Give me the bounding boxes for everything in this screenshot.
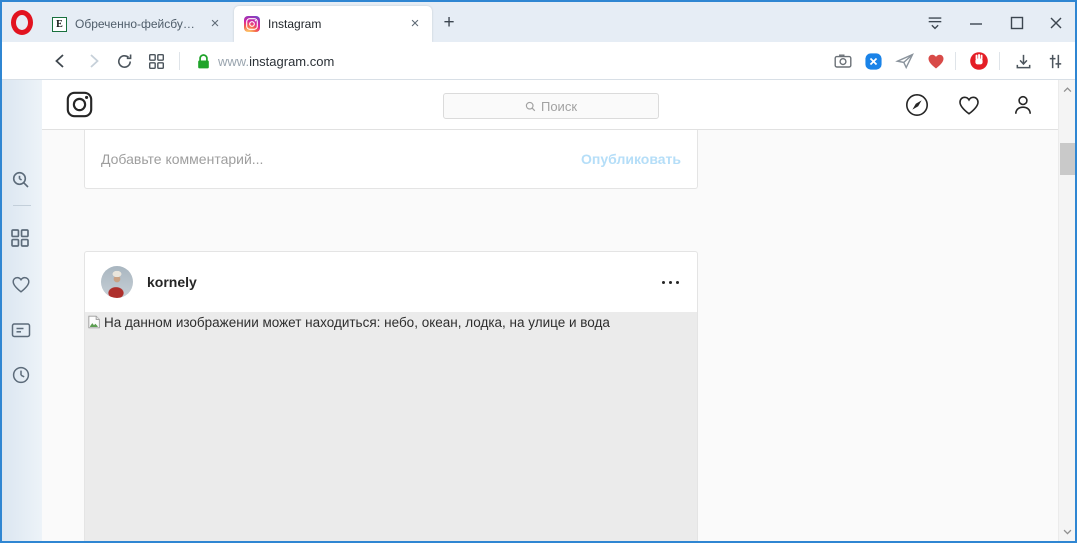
opera-sidebar	[2, 80, 42, 541]
downloads-button[interactable]	[1010, 48, 1036, 74]
url-host: instagram.com	[249, 54, 334, 69]
tab-close-icon[interactable]: ×	[206, 15, 224, 33]
tab-instagram[interactable]: Instagram ×	[234, 6, 432, 42]
person-icon	[1011, 93, 1035, 117]
publish-button[interactable]: Опубликовать	[581, 151, 681, 167]
new-tab-button[interactable]: +	[439, 13, 459, 33]
paper-plane-icon	[895, 51, 915, 71]
tab-menu-button[interactable]	[924, 12, 946, 34]
snapshot-button[interactable]	[830, 48, 856, 74]
post-image-placeholder[interactable]: На данном изображении может находиться: …	[85, 312, 697, 541]
grid-icon	[10, 228, 30, 248]
search-input[interactable]: Поиск	[443, 93, 659, 119]
chevron-down-icon	[1062, 526, 1073, 537]
extension-badge-button[interactable]	[860, 48, 886, 74]
my-flow-button[interactable]	[892, 48, 918, 74]
window-close-icon	[1047, 14, 1065, 32]
tab-favicon-e: E	[52, 17, 67, 32]
settings-sliders-icon	[1046, 52, 1065, 71]
dot	[662, 281, 665, 284]
address-bar[interactable]: www.instagram.com	[218, 49, 334, 73]
minimize-icon	[967, 14, 985, 32]
post-options-button[interactable]	[660, 275, 681, 290]
comment-section: Добавьте комментарий... Опубликовать	[84, 130, 698, 189]
dot	[676, 281, 679, 284]
blue-x-badge-icon	[864, 52, 883, 71]
site-security-badge[interactable]	[190, 48, 216, 74]
maximize-icon	[1008, 14, 1026, 32]
sidebar-search-button[interactable]	[10, 168, 34, 192]
dot	[669, 281, 672, 284]
scroll-up-button[interactable]	[1061, 83, 1074, 96]
search-placeholder: Поиск	[541, 99, 577, 114]
explore-button[interactable]	[905, 93, 929, 117]
broken-image-icon	[86, 314, 102, 330]
broken-image-row: На данном изображении может находиться: …	[86, 314, 691, 331]
minimize-button[interactable]	[965, 12, 987, 34]
scroll-down-button[interactable]	[1061, 525, 1074, 538]
heart-outline-icon	[957, 93, 981, 117]
post-header: kornely	[85, 252, 697, 312]
sidebar-speed-dial-button[interactable]	[10, 226, 34, 250]
tab-menu-icon	[926, 14, 944, 32]
toolbar-separator	[999, 52, 1000, 70]
page-scrollbar[interactable]	[1058, 80, 1075, 541]
scrollbar-thumb[interactable]	[1060, 143, 1075, 175]
news-icon	[10, 319, 32, 341]
lock-icon	[194, 52, 213, 71]
instagram-header: Поиск	[42, 80, 1058, 130]
heart-outline-icon	[10, 273, 32, 295]
sidebar-history-button[interactable]	[10, 363, 34, 387]
instagram-favicon	[244, 16, 260, 32]
post-username[interactable]: kornely	[147, 274, 197, 290]
tab-facebook-blog[interactable]: E Обреченно-фейсбучное ×	[42, 6, 232, 42]
tab-title: Обреченно-фейсбучное	[75, 17, 200, 31]
back-icon	[52, 52, 70, 70]
opera-logo-icon	[11, 10, 33, 35]
search-icon	[10, 169, 32, 191]
speed-dial-grid-icon	[148, 53, 165, 70]
back-button[interactable]	[48, 48, 74, 74]
instagram-logo-icon[interactable]	[66, 91, 93, 118]
red-hand-badge-icon	[969, 51, 989, 71]
toolbar-separator	[179, 52, 180, 70]
clock-icon	[10, 364, 32, 386]
post-card: kornely На данном изображении может нахо…	[84, 251, 698, 541]
maximize-button[interactable]	[1006, 12, 1028, 34]
sidebar-news-button[interactable]	[10, 318, 34, 342]
comment-input[interactable]: Добавьте комментарий...	[101, 151, 581, 167]
url-prefix: www.	[218, 54, 249, 69]
address-toolbar: www.instagram.com	[2, 42, 1075, 80]
speed-dial-button[interactable]	[143, 48, 169, 74]
activity-button[interactable]	[957, 93, 981, 117]
easy-setup-button[interactable]	[1042, 48, 1068, 74]
chevron-up-icon	[1062, 84, 1073, 95]
sidebar-bookmarks-button[interactable]	[10, 272, 34, 296]
red-heart-icon	[926, 51, 946, 71]
forward-button[interactable]	[80, 48, 106, 74]
bookmark-heart-button[interactable]	[923, 48, 949, 74]
profile-button[interactable]	[1011, 93, 1035, 117]
tab-title: Instagram	[268, 17, 400, 31]
forward-icon	[84, 52, 102, 70]
instagram-page: Поиск Д	[42, 80, 1075, 541]
sidebar-divider	[13, 205, 31, 206]
tab-bar: E Обреченно-фейсбучное × Instagram × +	[2, 2, 1075, 42]
reload-icon	[115, 52, 134, 71]
feed-content: Добавьте комментарий... Опубликовать kor…	[42, 130, 1058, 541]
reload-button[interactable]	[111, 48, 137, 74]
camera-icon	[833, 51, 853, 71]
tab-close-icon[interactable]: ×	[406, 15, 424, 33]
search-icon	[525, 101, 536, 112]
image-alt-text: На данном изображении может находиться: …	[104, 314, 610, 331]
download-icon	[1014, 52, 1033, 71]
avatar[interactable]	[101, 266, 133, 298]
blocker-extension-button[interactable]	[966, 48, 992, 74]
compass-icon	[905, 93, 929, 117]
toolbar-separator	[955, 52, 956, 70]
opera-browser-window: E Обреченно-фейсбучное × Instagram × +	[0, 0, 1077, 543]
window-close-button[interactable]	[1045, 12, 1067, 34]
